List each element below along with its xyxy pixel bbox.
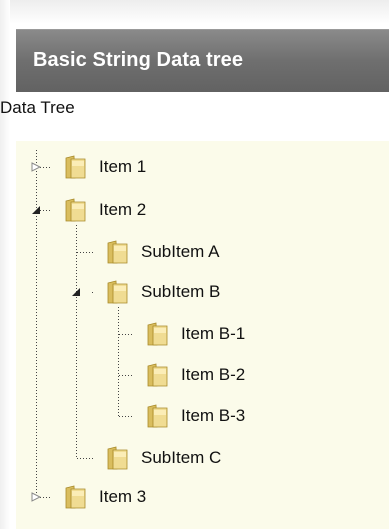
tree-caption: Data Tree bbox=[0, 98, 75, 117]
tree-node-item-1-content[interactable]: Item 1 bbox=[63, 152, 146, 182]
tree-node-item-b-1[interactable]: Item B-1 bbox=[145, 319, 245, 349]
tree-node-label: Item B-1 bbox=[181, 324, 246, 343]
tree-node-label: Item B-2 bbox=[181, 365, 246, 384]
collapsed-triangle-icon[interactable] bbox=[31, 162, 41, 172]
folder-icon bbox=[65, 198, 86, 222]
expanded-triangle-icon[interactable] bbox=[71, 287, 81, 297]
tree-node-item-b-2[interactable]: Item B-2 bbox=[145, 360, 245, 390]
left-shadow bbox=[0, 0, 10, 529]
tree-node-item-2[interactable]: Item 2 bbox=[63, 195, 146, 225]
page: Basic String Data tree Data Tree Item 1 … bbox=[0, 0, 389, 529]
tree-node-item-b-3[interactable]: Item B-3 bbox=[145, 401, 245, 431]
folder-icon bbox=[65, 155, 86, 179]
tree-node-label: Item 3 bbox=[99, 487, 147, 506]
folder-icon bbox=[147, 404, 168, 428]
panel-title-bar: Basic String Data tree bbox=[16, 29, 389, 92]
folder-icon bbox=[107, 240, 128, 264]
panel-title: Basic String Data tree bbox=[33, 49, 244, 71]
tree-node-subitem-b[interactable]: SubItem B bbox=[105, 277, 220, 307]
tree-node-item-3[interactable]: Item 3 bbox=[63, 482, 146, 512]
tree-node-label: Item 1 bbox=[99, 157, 147, 176]
tree-node-label: Item B-3 bbox=[181, 406, 246, 425]
folder-icon bbox=[65, 485, 86, 509]
folder-icon bbox=[107, 280, 128, 304]
tree-node-label: SubItem B bbox=[141, 282, 221, 301]
tree-node-label: Item 2 bbox=[99, 200, 147, 219]
folder-icon bbox=[147, 363, 168, 387]
collapsed-triangle-icon[interactable] bbox=[31, 492, 41, 502]
tree-node-subitem-c[interactable]: SubItem C bbox=[105, 443, 221, 473]
folder-icon bbox=[147, 322, 168, 346]
tree-node-subitem-a[interactable]: SubItem A bbox=[105, 237, 219, 267]
tree-node-label: SubItem A bbox=[141, 242, 220, 261]
folder-icon bbox=[107, 446, 128, 470]
top-shadow bbox=[0, 0, 389, 24]
expanded-triangle-icon[interactable] bbox=[31, 205, 41, 215]
tree-node-label: SubItem C bbox=[141, 448, 222, 467]
